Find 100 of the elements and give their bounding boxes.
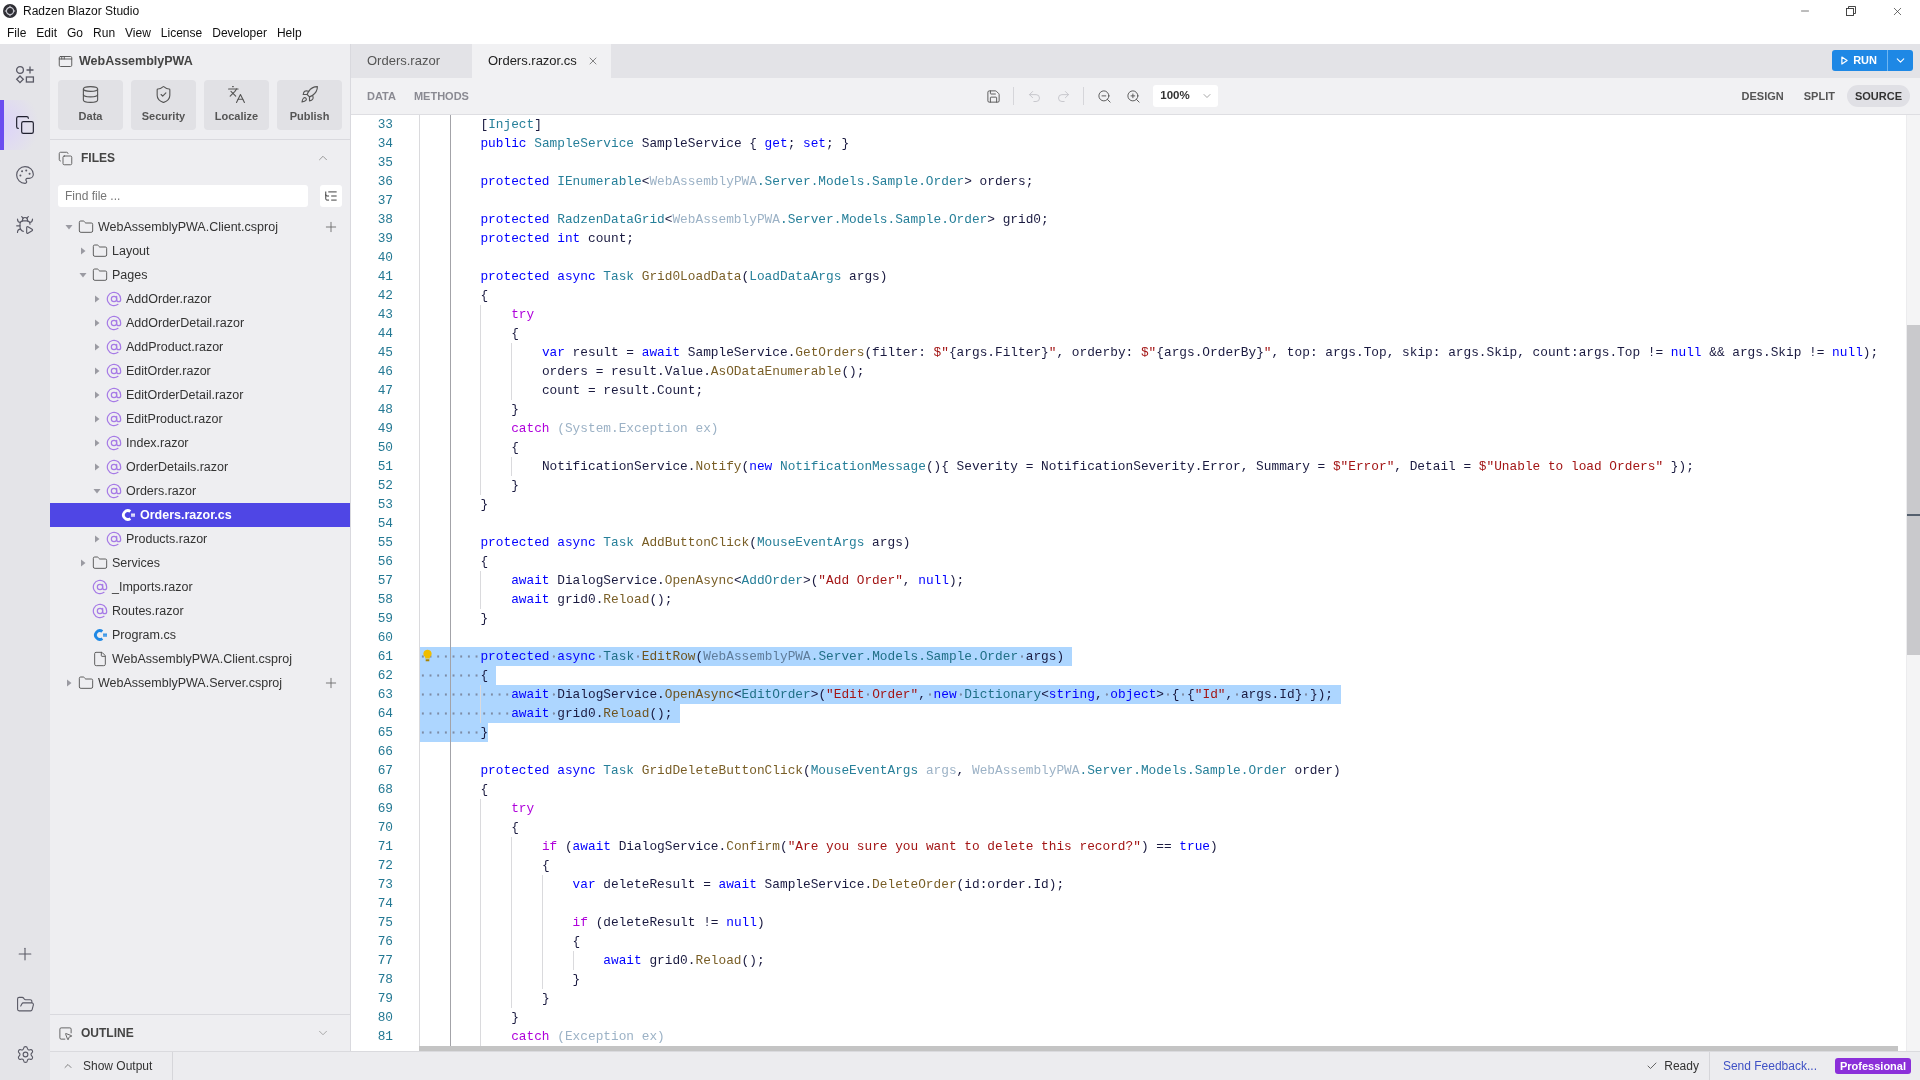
save-button[interactable]	[984, 87, 1003, 105]
line-number: 40	[376, 249, 393, 267]
menu-item[interactable]: View	[120, 22, 156, 44]
folder-icon	[92, 267, 108, 283]
menu-item[interactable]: Edit	[31, 22, 63, 44]
caret-right-icon[interactable]	[79, 559, 87, 567]
caret-right-icon[interactable]	[65, 679, 73, 687]
menu-item[interactable]: Go	[62, 22, 89, 44]
code-line: catch (System.Exception ex)	[511, 420, 719, 438]
zoom-in-button[interactable]	[1124, 87, 1143, 105]
run-menu-button[interactable]	[1887, 50, 1913, 71]
line-number: 37	[376, 192, 393, 210]
tree-item[interactable]: AddOrderDetail.razor	[50, 311, 350, 335]
tree-item[interactable]: Index.razor	[50, 431, 350, 455]
caret-right-icon[interactable]	[93, 535, 101, 543]
folder-icon	[78, 219, 94, 235]
line-number: 43	[376, 306, 393, 324]
tree-item[interactable]: EditOrderDetail.razor	[50, 383, 350, 407]
caret-right-icon[interactable]	[93, 319, 101, 327]
line-number: 38	[376, 211, 393, 229]
view-tab[interactable]: SPLIT	[1795, 85, 1843, 107]
caret-down-icon[interactable]	[93, 487, 101, 495]
at-sign-icon	[106, 459, 122, 475]
tree-item[interactable]: _Imports.razor	[50, 575, 350, 599]
horizontal-scrollbar[interactable]	[419, 1046, 1898, 1051]
publish-button[interactable]: Publish	[277, 80, 342, 130]
caret-right-icon[interactable]	[93, 367, 101, 375]
tree-item[interactable]: WebAssemblyPWA.Client.csproj	[50, 647, 350, 671]
tree-item[interactable]: WebAssemblyPWA.Client.csproj	[50, 215, 350, 239]
tree-item[interactable]: Orders.razor	[50, 479, 350, 503]
tree-item[interactable]: Routes.razor	[50, 599, 350, 623]
editor-tab[interactable]: Orders.razor.cs	[471, 44, 611, 78]
code-line: var deleteResult = await SampleService.DeleteOrder(id:order.Id);	[572, 876, 1065, 894]
code-line: }	[511, 1009, 519, 1027]
line-number: 70	[376, 819, 393, 837]
line-number: 78	[376, 971, 393, 989]
tree-item[interactable]: WebAssemblyPWA.Server.csproj	[50, 671, 350, 695]
code-line: {	[480, 553, 489, 571]
run-button[interactable]: RUN	[1832, 50, 1887, 71]
menu-item[interactable]: Run	[88, 22, 121, 44]
tree-item[interactable]: EditProduct.razor	[50, 407, 350, 431]
caret-right-icon[interactable]	[93, 295, 101, 303]
code-line: protected async Task AddButtonClick(MouseEventArgs args)	[480, 534, 911, 552]
menu-item[interactable]: Developer	[207, 22, 272, 44]
caret-right-icon[interactable]	[93, 415, 101, 423]
caret-right-icon[interactable]	[93, 391, 101, 399]
vertical-scrollbar[interactable]	[1906, 115, 1920, 1051]
at-sign-icon	[106, 435, 122, 451]
tree-view-button[interactable]	[320, 185, 342, 207]
show-output-button[interactable]: Show Output	[50, 1052, 173, 1080]
line-number: 54	[376, 515, 393, 533]
localize-button[interactable]: Localize	[204, 80, 269, 130]
line-number: 73	[376, 876, 393, 894]
caret-right-icon[interactable]	[93, 439, 101, 447]
shapes-icon	[15, 65, 35, 85]
menu-item[interactable]: License	[155, 22, 208, 44]
tree-item[interactable]: AddProduct.razor	[50, 335, 350, 359]
database-icon	[81, 85, 100, 105]
tree-item[interactable]: OrderDetails.razor	[50, 455, 350, 479]
search-field[interactable]: Find file ...	[58, 185, 309, 207]
caret-down-icon[interactable]	[79, 271, 87, 279]
lightbulb-icon[interactable]	[423, 649, 432, 662]
caret-right-icon[interactable]	[93, 463, 101, 471]
tree-item[interactable]: Program.cs	[50, 623, 350, 647]
feedback-link[interactable]: Send Feedback...	[1722, 1057, 1817, 1075]
view-tab[interactable]: DESIGN	[1733, 85, 1792, 107]
line-number: 55	[376, 534, 393, 552]
line-number: 74	[376, 895, 393, 913]
tree-item[interactable]: Services	[50, 551, 350, 575]
tree-item[interactable]: Layout	[50, 239, 350, 263]
zoom-select[interactable]: 100%	[1153, 85, 1219, 107]
caret-right-icon[interactable]	[93, 343, 101, 351]
tree-item[interactable]: AddOrder.razor	[50, 287, 350, 311]
restore-icon	[1846, 6, 1856, 16]
line-number: 35	[376, 154, 393, 172]
zoom-out-button[interactable]	[1095, 87, 1114, 105]
menu-item[interactable]: File	[2, 22, 32, 44]
tree-item[interactable]: Orders.razor.cs	[50, 503, 350, 527]
editor-tab[interactable]: Orders.razor	[351, 44, 472, 78]
code-line: {	[511, 819, 519, 837]
csharp-icon	[92, 627, 108, 643]
caret-down-icon[interactable]	[65, 223, 73, 231]
at-sign-icon	[92, 579, 108, 595]
cursor-position-marker	[1907, 514, 1920, 516]
tree-item[interactable]: Products.razor	[50, 527, 350, 551]
line-number: 42	[376, 287, 393, 305]
security-button[interactable]: Security	[131, 80, 196, 130]
tree-item[interactable]: EditOrder.razor	[50, 359, 350, 383]
view-tab[interactable]: SOURCE	[1846, 85, 1910, 107]
line-number: 64	[376, 705, 393, 723]
code-line: if (deleteResult != null)	[572, 914, 765, 932]
tree-item[interactable]: Pages	[50, 263, 350, 287]
status-text: Ready	[1664, 1058, 1699, 1075]
data-button[interactable]: Data	[58, 80, 123, 130]
at-sign-icon	[106, 363, 122, 379]
menu-item[interactable]: Help	[271, 22, 307, 44]
scrollbar-thumb[interactable]	[1907, 325, 1920, 655]
caret-right-icon[interactable]	[79, 247, 87, 255]
line-number: 65	[376, 724, 393, 742]
code-line: await DialogService.OpenAsync<AddOrder>("Add Order", null);	[511, 572, 965, 590]
